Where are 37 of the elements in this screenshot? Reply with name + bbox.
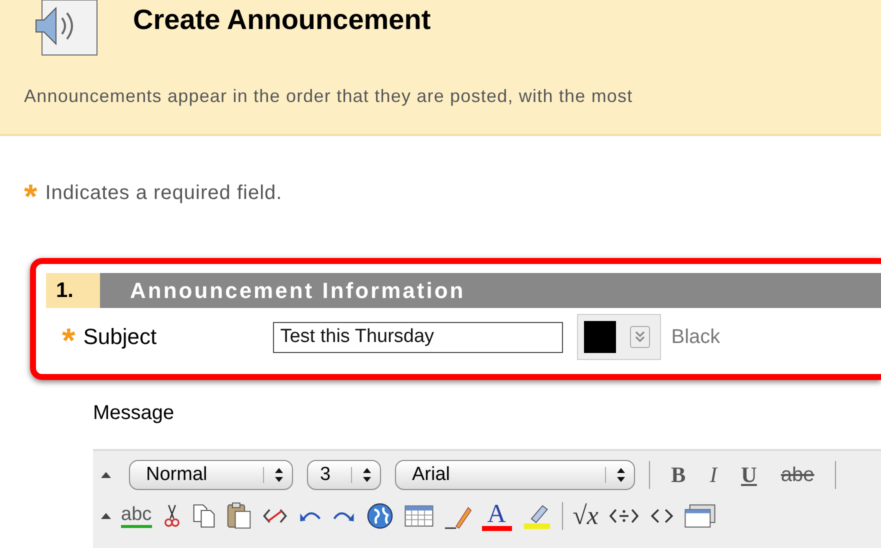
section-title: Announcement Information	[129, 277, 466, 305]
format-select[interactable]: 3	[307, 460, 381, 490]
format-button[interactable]: U	[738, 462, 760, 488]
page-description: Announcements appear in the order that they are posted, with the most	[24, 86, 634, 107]
code-icon[interactable]	[262, 507, 288, 525]
dropdown-icon[interactable]	[630, 326, 650, 348]
format-button[interactable]: abe	[778, 464, 818, 486]
table-icon[interactable]	[404, 505, 434, 527]
font-color-button[interactable]: A	[482, 502, 512, 530]
spellcheck-button[interactable]: abc	[121, 504, 152, 528]
format-button[interactable]: B	[668, 462, 689, 488]
globe-icon[interactable]	[366, 502, 394, 530]
collapse-icon[interactable]	[101, 513, 111, 519]
stepper-arrows-icon	[605, 467, 626, 483]
format-select[interactable]: Arial	[395, 460, 635, 490]
required-asterisk: *	[24, 180, 38, 206]
message-label: Message	[93, 402, 176, 425]
window-icon[interactable]	[684, 504, 716, 528]
section-number: 1.	[46, 273, 100, 308]
anchor-icon[interactable]	[608, 507, 640, 525]
required-asterisk: *	[62, 324, 76, 350]
required-note: Indicates a required field.	[45, 182, 282, 204]
html-icon[interactable]	[650, 507, 674, 525]
subject-field[interactable]: Test this Thursday	[273, 322, 564, 352]
subject-label: Subject	[83, 324, 158, 350]
collapse-icon[interactable]	[101, 472, 111, 478]
format-button[interactable]: I	[706, 462, 720, 488]
stepper-arrows-icon	[263, 467, 284, 483]
paste-icon[interactable]	[226, 502, 252, 530]
stepper-arrows-icon	[351, 467, 372, 483]
scissors-icon[interactable]	[162, 503, 182, 529]
page-title: Create Announcement	[133, 4, 431, 36]
equation-button[interactable]: √x	[572, 501, 598, 531]
color-picker[interactable]	[577, 314, 662, 360]
copy-icon[interactable]	[192, 503, 216, 529]
color-name: Black	[671, 326, 720, 348]
format-select[interactable]: Normal	[129, 460, 293, 490]
